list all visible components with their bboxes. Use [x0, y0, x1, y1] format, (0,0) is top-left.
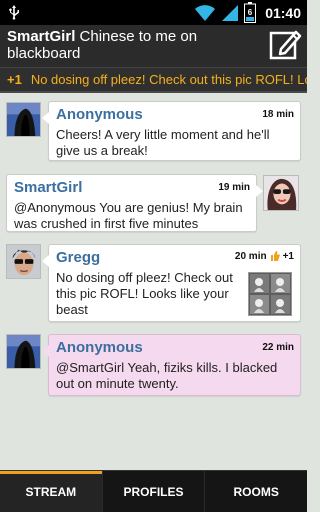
- plus-count: +1: [282, 250, 294, 262]
- avatar[interactable]: [263, 175, 299, 211]
- list-item[interactable]: Gregg 20 min +1 No dosing off pleez! Che…: [42, 244, 301, 322]
- hooded-figure-avatar-icon: [7, 335, 40, 368]
- usb-icon: [9, 5, 19, 20]
- tab-profiles[interactable]: PROFILES: [103, 471, 206, 512]
- post-time: 20 min: [234, 250, 267, 262]
- avatar[interactable]: [6, 244, 41, 279]
- post-message: @SmartGirl Yeah, fiziks kills. I blacked…: [56, 360, 278, 391]
- compose-icon: [269, 30, 302, 60]
- girl-sunglasses-avatar-icon: [264, 176, 298, 210]
- title-bar: SmartGirl Chinese to me on blackboard: [0, 25, 307, 67]
- svg-text:6: 6: [248, 8, 253, 17]
- status-bar: 6 01:40: [0, 0, 307, 25]
- hooded-figure-avatar-icon: [7, 103, 40, 136]
- avatar[interactable]: [6, 102, 41, 137]
- post-author[interactable]: Anonymous: [56, 106, 143, 123]
- list-item[interactable]: Anonymous 22 min @SmartGirl Yeah, fiziks…: [42, 334, 301, 396]
- post-author[interactable]: SmartGirl: [14, 179, 82, 196]
- post-message: @Anonymous You are genius! My brain was …: [14, 200, 243, 231]
- post-time: 18 min: [262, 109, 294, 120]
- attached-photo-thumbnail[interactable]: [248, 272, 292, 316]
- notice-count: +1: [7, 72, 22, 87]
- image-icon: [249, 273, 291, 315]
- avatar[interactable]: [6, 334, 41, 369]
- latest-notice-bar[interactable]: +1 No dosing off pleez! Check out this pi…: [0, 67, 307, 93]
- bottom-tab-bar: STREAM PROFILES ROOMS: [0, 470, 307, 512]
- tab-stream[interactable]: STREAM: [0, 471, 103, 512]
- wifi-icon: [195, 4, 216, 21]
- stream-feed[interactable]: Anonymous 18 min Cheers! A very little m…: [0, 93, 307, 470]
- signal-icon: [222, 4, 239, 21]
- compose-button[interactable]: [268, 28, 302, 62]
- post-author[interactable]: Anonymous: [56, 339, 143, 356]
- thumbs-up-icon[interactable]: [270, 250, 280, 262]
- post-message: No dosing off pleez! Check out this pic …: [56, 270, 233, 317]
- post-message: Cheers! A very little moment and he'll g…: [56, 127, 270, 158]
- tab-rooms[interactable]: ROOMS: [205, 471, 307, 512]
- list-item[interactable]: SmartGirl 19 min @Anonymous You are geni…: [6, 174, 263, 232]
- title-user: SmartGirl: [7, 28, 76, 45]
- list-item[interactable]: Anonymous 18 min Cheers! A very little m…: [42, 101, 301, 161]
- post-time: 19 min: [218, 182, 250, 193]
- battery-icon: 6: [244, 2, 257, 23]
- post-author[interactable]: Gregg: [56, 249, 100, 266]
- status-clock: 01:40: [265, 4, 301, 21]
- man-sunglasses-avatar-icon: [7, 245, 40, 278]
- page-title: SmartGirl Chinese to me on blackboard: [7, 28, 257, 62]
- post-time: 22 min: [262, 342, 294, 353]
- notice-text: No dosing off pleez! Check out this pic …: [30, 72, 307, 87]
